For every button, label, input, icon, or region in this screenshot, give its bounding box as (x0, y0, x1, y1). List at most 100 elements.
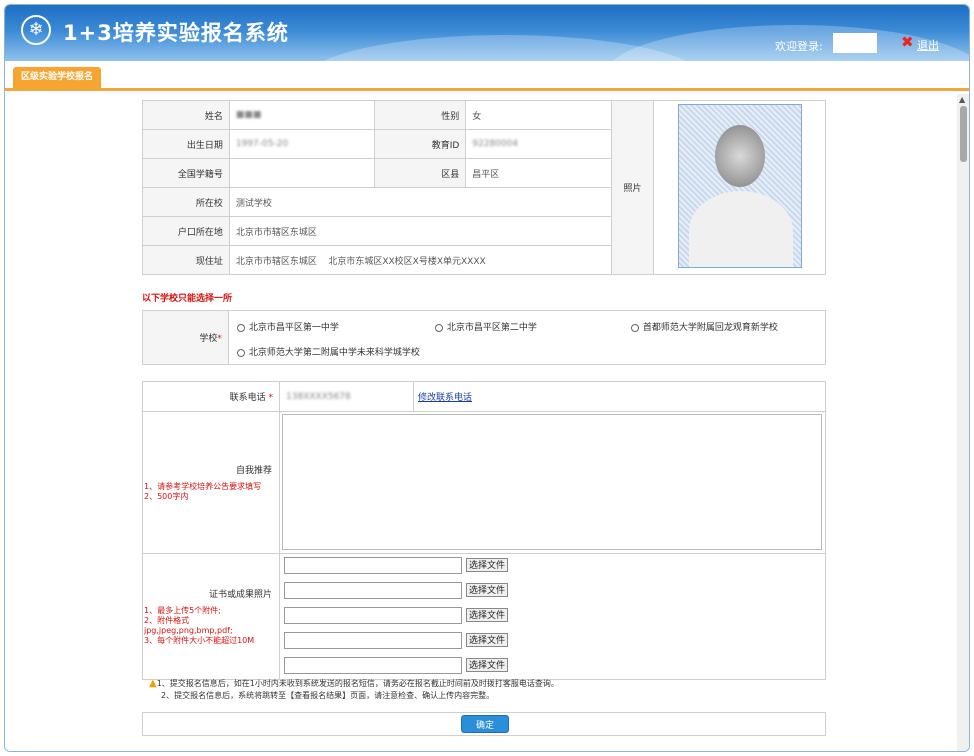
intro-hint-2: 2、500字内 (144, 492, 189, 501)
choose-file-button[interactable]: 选择文件 (466, 658, 509, 672)
school-option-label: 北京市昌平区第一中学 (248, 323, 339, 333)
school-option-label: 北京市昌平区第二中学 (446, 323, 537, 333)
school-select-warning: 以下学校只能选择一所 (142, 294, 233, 304)
school-option-3[interactable]: 首都师范大学附属回龙观育新学校 (630, 320, 778, 333)
file-upload-row: 选择文件 (280, 579, 825, 604)
birth-value-text: 1997-05-20 (235, 139, 289, 149)
school-label: 所在校 (142, 187, 230, 217)
school-select-table: 学校* 北京市昌平区第一中学 北京市昌平区第二中学 首都师范大学附属回龙观育新学… (142, 310, 827, 365)
national-id-value (228, 158, 376, 188)
photo-head (714, 125, 765, 187)
choose-file-button[interactable]: 选择文件 (466, 583, 509, 597)
logo-icon: ❄ (21, 15, 51, 45)
gender-label: 性别 (374, 100, 467, 130)
scroll-thumb[interactable] (960, 106, 967, 162)
note-1-text: 1、提交报名信息后，如在1小时内未收到系统发送的报名短信，请务必在报名截止时间前… (156, 679, 559, 688)
choose-file-button[interactable]: 选择文件 (466, 558, 509, 572)
intro-label-cell: 自我推荐 1、请参考学校培养公告要求填写 2、500字内 (141, 411, 281, 554)
app-header: ❄ 1+3培养实验报名系统 欢迎登录: ✖ 退出 (5, 5, 969, 61)
certificate-label-cell: 证书或成果照片 1、最多上传5个附件; 2、附件格式 jpg,jpeg,png,… (141, 553, 281, 680)
intro-label: 自我推荐 (236, 466, 273, 476)
certificate-label: 证书或成果照片 (209, 590, 273, 600)
intro-hint-1: 1、请参考学校培养公告要求填写 (144, 482, 262, 491)
school-option-1[interactable]: 北京市昌平区第一中学 (236, 320, 339, 333)
file-path-input[interactable] (284, 582, 463, 599)
certificate-hint-4: 3、每个附件大小不能超过10M (144, 636, 255, 645)
welcome-label: 欢迎登录: (775, 40, 823, 53)
main-content: 姓名 ■■■ 性别 女 照片 出生日期 1997-05-20 教育ID 9228… (5, 94, 957, 751)
app-title: 1+3培养实验报名系统 (63, 21, 289, 45)
file-upload-row: 选择文件 (280, 554, 825, 579)
username-box (833, 33, 877, 53)
birth-label: 出生日期 (142, 129, 230, 159)
tab-bar: 区级实验学校报名 (5, 61, 969, 91)
phone-value-cell: 138XXXX5678 (279, 381, 414, 412)
hukou-label: 户口所在地 (142, 216, 230, 246)
tab-district-school-registration[interactable]: 区级实验学校报名 (13, 67, 102, 88)
radio-icon[interactable] (236, 348, 245, 357)
school-option-2[interactable]: 北京市昌平区第二中学 (434, 320, 537, 333)
file-path-input[interactable] (284, 657, 463, 674)
school-select-label: 学校 (199, 334, 218, 344)
school-option-label: 首都师范大学附属回龙观育新学校 (642, 323, 778, 333)
phone-label-cell: 联系电话 * (141, 381, 281, 412)
school-option-label: 北京师范大学第二附属中学未来科学城学校 (248, 348, 420, 358)
certificate-hint-1: 1、最多上传5个附件; (144, 606, 221, 615)
file-upload-row: 选择文件 (280, 629, 825, 654)
file-path-input[interactable] (284, 557, 463, 574)
logout-link[interactable]: 退出 (917, 37, 939, 53)
choose-file-button[interactable]: 选择文件 (466, 608, 509, 622)
certificate-hint-2: 2、附件格式 (144, 616, 190, 625)
photo-cell (653, 100, 826, 275)
radio-icon[interactable] (630, 323, 639, 332)
required-mark: * (268, 393, 274, 403)
birth-value: 1997-05-20 (228, 129, 376, 159)
choose-file-button[interactable]: 选择文件 (466, 633, 509, 647)
photo-label: 照片 (610, 100, 655, 275)
application-form-table: 联系电话 * 138XXXX5678 修改联系电话 自我推荐 1、请参考学校培养… (141, 381, 826, 680)
name-value: ■■■ (228, 100, 376, 130)
district-value: 昌平区 (465, 158, 612, 188)
file-upload-row: 选择文件 (280, 654, 825, 679)
national-id-label: 全国学籍号 (142, 158, 230, 188)
radio-icon[interactable] (236, 323, 245, 332)
note-2: 2、提交报名信息后，系统将跳转至【查看报名结果】页面，请注意检查、确认上传内容完… (161, 691, 495, 700)
student-photo (677, 104, 802, 268)
school-value: 测试学校 (228, 187, 612, 217)
close-icon[interactable]: ✖ (901, 33, 914, 51)
hukou-value: 北京市市辖区东城区 (228, 216, 612, 246)
student-info-table: 姓名 ■■■ 性别 女 照片 出生日期 1997-05-20 教育ID 9228… (142, 100, 826, 275)
intro-input-cell (279, 411, 826, 554)
notes: ▲1、提交报名信息后，如在1小时内未收到系统发送的报名短信，请务必在报名截止时间… (149, 678, 559, 702)
required-mark: * (217, 334, 222, 344)
address-value: 北京市市辖区东城区 北京市东城区XX校区X号楼X单元XXXX (228, 245, 612, 275)
gender-value: 女 (465, 100, 612, 130)
name-label: 姓名 (142, 100, 230, 130)
phone-label: 联系电话 (229, 393, 266, 403)
eduid-value-text: 92280004 (472, 139, 519, 149)
certificate-hint-3: jpg,jpeg,png,bmp,pdf; (144, 626, 233, 635)
photo-body (688, 191, 793, 267)
submit-button[interactable]: 确定 (461, 715, 509, 733)
school-option-4[interactable]: 北京师范大学第二附属中学未来科学城学校 (236, 345, 420, 358)
phone-link-cell: 修改联系电话 (413, 381, 826, 412)
school-options-cell: 北京市昌平区第一中学 北京市昌平区第二中学 首都师范大学附属回龙观育新学校 北京… (227, 310, 827, 365)
address-label: 现住址 (142, 245, 230, 275)
file-path-input[interactable] (284, 632, 463, 649)
eduid-label: 教育ID (374, 129, 467, 159)
scroll-up-icon[interactable]: ▲ (959, 95, 965, 104)
scrollbar[interactable]: ▲ (957, 94, 969, 751)
file-path-input[interactable] (284, 607, 463, 624)
eduid-value: 92280004 (465, 129, 612, 159)
district-label: 区县 (374, 158, 467, 188)
certificate-upload-cell: 选择文件 选择文件 选择文件 选择文件 选择文件 (279, 553, 826, 680)
file-upload-row: 选择文件 (280, 604, 825, 629)
warning-icon: ▲ (149, 678, 157, 689)
radio-icon[interactable] (434, 323, 443, 332)
browser-window: ❄ 1+3培养实验报名系统 欢迎登录: ✖ 退出 区级实验学校报名 姓名 ■■■… (4, 4, 970, 752)
submit-row: 确定 (142, 712, 826, 736)
intro-textarea[interactable] (282, 414, 823, 550)
note-1: ▲1、提交报名信息后，如在1小时内未收到系统发送的报名短信，请务必在报名截止时间… (149, 678, 559, 690)
edit-phone-link[interactable]: 修改联系电话 (418, 393, 472, 403)
phone-value: 138XXXX5678 (286, 391, 351, 402)
